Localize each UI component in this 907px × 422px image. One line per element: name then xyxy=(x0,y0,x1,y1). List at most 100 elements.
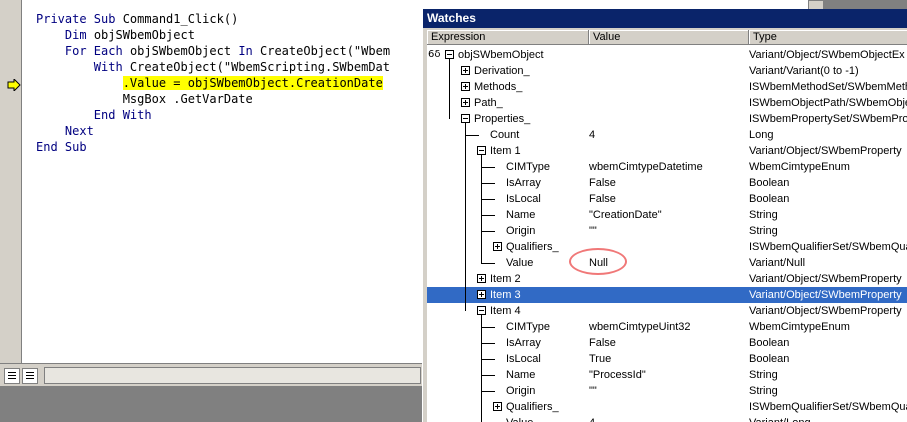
code-line[interactable]: Dim objSWbemObject xyxy=(36,27,195,43)
watch-row[interactable]: Qualifiers_ ISWbemQualifierSet/SWbemQual xyxy=(427,399,907,415)
tree-line xyxy=(481,327,495,328)
code-line[interactable]: With CreateObject("WbemScripting.SWbemDa… xyxy=(36,59,390,75)
glasses-icon: 6δ xyxy=(428,49,441,60)
code-keyword: Private Sub xyxy=(36,12,123,26)
watch-expression: IsArray xyxy=(506,177,541,189)
expand-icon[interactable] xyxy=(461,98,470,107)
watch-row[interactable]: Derivation_ Variant/Variant(0 to -1) xyxy=(427,63,907,79)
watch-row[interactable]: IsArray False Boolean xyxy=(427,335,907,351)
watch-row[interactable]: Value Null Variant/Null xyxy=(427,255,907,271)
code-line[interactable]: Next xyxy=(36,123,94,139)
code-token: CreateObject("WbemScripting.SWbemDat xyxy=(129,60,391,74)
watch-expression: Item 3 xyxy=(490,289,521,301)
watch-expression: Qualifiers_ xyxy=(506,241,559,253)
collapse-icon[interactable] xyxy=(477,306,486,315)
code-line[interactable]: MsgBox .GetVarDate xyxy=(36,91,253,107)
collapse-icon[interactable] xyxy=(461,114,470,123)
expand-icon[interactable] xyxy=(493,402,502,411)
code-token: objSWbemObject xyxy=(93,28,195,42)
full-module-view-button[interactable] xyxy=(22,368,38,384)
watches-grid[interactable]: Expression Value Type 6δ objSWbemObject Va… xyxy=(427,30,907,422)
column-header-value[interactable]: Value xyxy=(589,30,749,45)
procedure-view-button[interactable] xyxy=(4,368,20,384)
watch-expression: Methods_ xyxy=(474,81,523,93)
watch-type: Boolean xyxy=(749,193,790,205)
tree-line xyxy=(481,183,495,184)
execution-arrow-icon xyxy=(7,79,21,91)
watch-value: "ProcessId" xyxy=(589,369,646,381)
tree-line xyxy=(481,231,495,232)
watch-expression: Properties_ xyxy=(474,113,531,125)
tree-line xyxy=(465,135,479,136)
code-line[interactable]: Private Sub Command1_Click() xyxy=(36,11,238,27)
watches-window[interactable]: Watches Expression Value Type 6δ objSWbem… xyxy=(422,9,907,422)
code-keyword: Next xyxy=(64,124,94,138)
watches-title: Watches xyxy=(423,9,907,28)
watch-row[interactable]: IsArray False Boolean xyxy=(427,175,907,191)
tree-line xyxy=(465,123,466,311)
watch-row[interactable]: Item 1 Variant/Object/SWbemProperty xyxy=(427,143,907,159)
watch-row[interactable]: Properties_ ISWbemPropertySet/SWbemProp xyxy=(427,111,907,127)
code-keyword: With xyxy=(93,60,130,74)
tree-line xyxy=(481,315,482,422)
watch-value: False xyxy=(589,193,616,205)
column-header-expression[interactable]: Expression xyxy=(427,30,589,45)
watch-expression: CIMType xyxy=(506,321,551,333)
watch-expression: CIMType xyxy=(506,161,551,173)
code-status-bar xyxy=(0,363,422,386)
expand-icon[interactable] xyxy=(493,242,502,251)
expand-icon[interactable] xyxy=(461,66,470,75)
watch-row[interactable]: Value 4 Variant/Long xyxy=(427,415,907,422)
expand-icon[interactable] xyxy=(477,290,486,299)
watch-row[interactable]: Name "CreationDate" String xyxy=(427,207,907,223)
watch-row[interactable]: Item 2 Variant/Object/SWbemProperty xyxy=(427,271,907,287)
code-line[interactable]: End Sub xyxy=(36,139,87,155)
horizontal-scrollbar[interactable] xyxy=(44,367,421,384)
tree-line xyxy=(481,167,495,168)
watch-row[interactable]: Origin "" String xyxy=(427,223,907,239)
watch-type: Variant/Object/SWbemObjectEx xyxy=(749,49,905,61)
watch-row[interactable]: Methods_ ISWbemMethodSet/SWbemMetho xyxy=(427,79,907,95)
watch-row[interactable]: Qualifiers_ ISWbemQualifierSet/SWbemQual xyxy=(427,239,907,255)
watch-value: "CreationDate" xyxy=(589,209,662,221)
watch-expression: Origin xyxy=(506,385,536,397)
watch-expression: IsLocal xyxy=(506,353,541,365)
watch-expression: IsArray xyxy=(506,337,541,349)
watch-row[interactable]: IsLocal True Boolean xyxy=(427,351,907,367)
watch-expression: Item 4 xyxy=(490,305,521,317)
watch-row[interactable]: 6δ objSWbemObject Variant/Object/SWbemObje… xyxy=(427,47,907,63)
watch-type: Boolean xyxy=(749,353,790,365)
watch-row[interactable]: IsLocal False Boolean xyxy=(427,191,907,207)
null-value-annotation-circle xyxy=(569,248,627,275)
column-header-type[interactable]: Type xyxy=(749,30,907,45)
watch-type: Variant/Variant(0 to -1) xyxy=(749,65,859,77)
watch-type: Boolean xyxy=(749,177,790,189)
watch-row[interactable]: CIMType wbemCimtypeDatetime WbemCimtypeEnu… xyxy=(427,159,907,175)
tree-line xyxy=(481,375,495,376)
watch-row[interactable]: CIMType wbemCimtypeUint32 WbemCimtypeEnum xyxy=(427,319,907,335)
watch-row[interactable]: Item 4 Variant/Object/SWbemProperty xyxy=(427,303,907,319)
watch-value: 4 xyxy=(589,415,595,422)
code-line[interactable]: For Each objSWbemObject In CreateObject(… xyxy=(36,43,390,59)
watch-type: ISWbemPropertySet/SWbemProp xyxy=(749,113,907,125)
code-token: .Value = objSWbemObject.CreationDate xyxy=(122,76,383,90)
tree-line xyxy=(449,59,450,119)
code-line[interactable]: .Value = objSWbemObject.CreationDate xyxy=(36,75,383,91)
code-keyword: End With xyxy=(93,108,152,122)
code-margin[interactable] xyxy=(0,0,22,363)
watch-type: ISWbemObjectPath/SWbemObjec xyxy=(749,97,907,109)
watch-expression: Count xyxy=(490,129,520,141)
code-token: Command1_Click() xyxy=(122,12,239,26)
watch-expression: Value xyxy=(506,415,533,422)
tree-line xyxy=(481,215,495,216)
code-line[interactable]: End With xyxy=(36,107,152,123)
watch-row[interactable]: Item 3 Variant/Object/SWbemProperty xyxy=(427,287,907,303)
expand-icon[interactable] xyxy=(477,274,486,283)
watch-row[interactable]: Path_ ISWbemObjectPath/SWbemObjec xyxy=(427,95,907,111)
collapse-icon[interactable] xyxy=(445,50,454,59)
watch-row[interactable]: Name "ProcessId" String xyxy=(427,367,907,383)
expand-icon[interactable] xyxy=(461,82,470,91)
watch-row[interactable]: Origin "" String xyxy=(427,383,907,399)
watch-row[interactable]: Count 4 Long xyxy=(427,127,907,143)
collapse-icon[interactable] xyxy=(477,146,486,155)
